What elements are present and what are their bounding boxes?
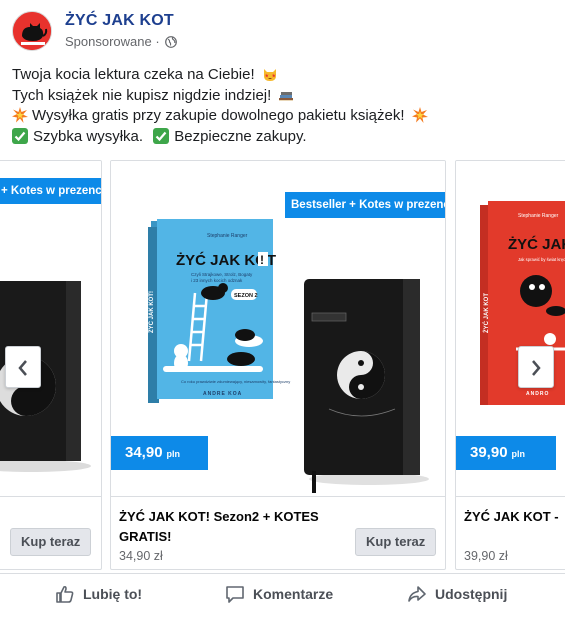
comment-label: Komentarze (253, 586, 334, 602)
price-tag: 34,90 pln (111, 436, 208, 470)
post-header: ŻYĆ JAK KOT Sponsorowane · (0, 0, 565, 62)
product-image[interactable]: Stephanie Ranger ŻYĆ JAK Jak sprawić by … (456, 161, 565, 496)
svg-text:Czyli Strajkowe, Strolz, Bogat: Czyli Strajkowe, Strolz, Bogaty (191, 272, 253, 277)
buy-now-button[interactable]: Kup teraz (10, 528, 92, 556)
svg-text:Stephanie Ranger: Stephanie Ranger (207, 233, 248, 239)
product-title-line: ŻYĆ JAK KOT! Sezon2 + KOTES (119, 509, 319, 524)
post-action-bar: Lubię to! Komentarze Udostępnij (0, 573, 565, 622)
price-tag-value: 34,90 (125, 444, 163, 461)
post-line-1: Twoja kocia lektura czeka na Ciebie! (12, 65, 552, 86)
post-line-4: Szybka wysyłka. Bezpieczne zakupy. (12, 127, 552, 148)
page-name-link[interactable]: ŻYĆ JAK KOT (65, 12, 174, 30)
post-line-text: Bezpieczne zakupy. (174, 127, 307, 145)
buy-now-button[interactable]: Kup teraz (355, 528, 437, 556)
price-tag-value: 39,90 (470, 444, 508, 461)
like-label: Lubię to! (83, 586, 143, 602)
chevron-right-icon (532, 360, 541, 376)
svg-text:ŻYĆ JAK KOT!: ŻYĆ JAK KOT! (147, 291, 155, 333)
svg-text:Stephanie Ranger: Stephanie Ranger (518, 213, 559, 219)
svg-text:i 23 innych kocich odznak: i 23 innych kocich odznak (191, 278, 243, 283)
product-price: 39,90 zł (464, 549, 508, 563)
cat-logo-icon (13, 12, 51, 50)
product-image[interactable]: Stephanie Ranger ŻYĆ JAK KOT ! Czyli Str… (111, 161, 445, 496)
post-line-text: Twoja kocia lektura czeka na Ciebie! (12, 66, 255, 83)
separator-dot: · (151, 34, 164, 49)
product-title-line: GRATIS! (119, 529, 172, 544)
svg-text:SEZON 2: SEZON 2 (234, 293, 258, 299)
price-tag-unit: pln (511, 449, 526, 459)
product-image[interactable]: + Kotes w prezencie! (0, 161, 101, 496)
star-struck-cat-emoji-icon (263, 69, 276, 81)
svg-text:ŻYĆ JAK KOT: ŻYĆ JAK KOT (482, 293, 490, 333)
share-arrow-icon (408, 586, 426, 602)
svg-text:ANDRE KOA: ANDRE KOA (203, 391, 242, 397)
card-footer: Kup teraz (0, 496, 101, 569)
carousel-card-sezon2[interactable]: Stephanie Ranger ŻYĆ JAK KOT ! Czyli Str… (110, 160, 446, 570)
svg-text:!: ! (260, 253, 264, 267)
chevron-left-icon (18, 360, 27, 376)
sponsored-label[interactable]: Sponsorowane · (65, 34, 178, 49)
card-footer: ŻYĆ JAK KOT! Sezon2 + KOTES GRATIS! 34,9… (111, 496, 445, 569)
post-line-2: Tych książek nie kupisz nigdzie indziej! (12, 86, 552, 107)
collision-icon (12, 107, 28, 123)
post-line-text: Wysyłka gratis przy zakupie dowolnego pa… (32, 107, 405, 124)
globe-icon (165, 36, 178, 48)
promo-badge: Bestseller + Kotes w prezencie! (285, 192, 445, 218)
product-title[interactable]: ŻYĆ JAK KOT - (464, 507, 559, 527)
books-icon (279, 91, 294, 101)
product-carousel: + Kotes w prezencie! Kup teraz (0, 160, 565, 573)
check-mark-icon (153, 127, 170, 144)
svg-text:Jak sprawić by świat kręcił si: Jak sprawić by świat kręcił się wokół (518, 257, 565, 262)
price-tag: 39,90 pln (456, 436, 556, 470)
thumbs-up-icon (56, 585, 74, 603)
notebook-illustration (0, 281, 91, 472)
svg-text:ŻYĆ JAK: ŻYĆ JAK (508, 235, 565, 253)
svg-text:Co roku prawdziwie zdumiewając: Co roku prawdziwie zdumiewający, niesamo… (181, 379, 290, 384)
promo-badge: + Kotes w prezencie! (0, 178, 101, 204)
card-footer: ŻYĆ JAK KOT - 39,90 zł (456, 496, 565, 569)
svg-text:ANDRO: ANDRO (526, 391, 549, 397)
sponsored-text: Sponsorowane (65, 34, 152, 49)
share-label: Udostępnij (435, 586, 508, 602)
price-tag-unit: pln (166, 449, 181, 459)
product-title[interactable]: ŻYĆ JAK KOT! Sezon2 + KOTES GRATIS! (119, 507, 319, 547)
product-price: 34,90 zł (119, 549, 163, 563)
post-message: Twoja kocia lektura czeka na Ciebie! Tyc… (12, 65, 552, 147)
post-line-text: Szybka wysyłka. (33, 127, 144, 145)
check-mark-icon (12, 127, 28, 144)
carousel-next-button[interactable] (518, 346, 554, 388)
post-line-3: Wysyłka gratis przy zakupie dowolnego pa… (12, 106, 552, 127)
post-line-text: Tych książek nie kupisz nigdzie indziej! (12, 86, 272, 104)
comment-bubble-icon (226, 586, 244, 603)
carousel-prev-button[interactable] (5, 346, 41, 388)
collision-icon (411, 107, 428, 123)
page-avatar[interactable] (12, 11, 52, 51)
